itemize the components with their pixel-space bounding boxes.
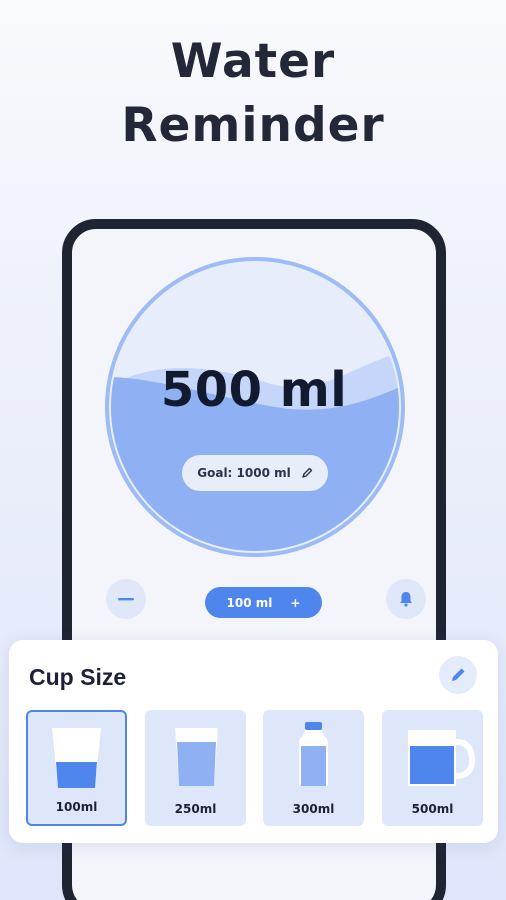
current-intake-amount: 500 ml xyxy=(160,362,348,418)
reminder-button[interactable] xyxy=(386,579,426,619)
headline-line-1: Water xyxy=(170,34,336,89)
pencil-icon xyxy=(452,668,465,681)
add-intake-button[interactable]: 100 ml + xyxy=(205,587,322,618)
add-intake-amount: 100 ml xyxy=(226,595,273,610)
minus-icon xyxy=(118,598,134,601)
app-headline: Water Reminder xyxy=(0,30,506,158)
cup-label: 250ml xyxy=(174,802,217,816)
cup-size-title: Cup Size xyxy=(29,664,127,690)
cup-options: 100ml 250ml 300ml 500ml xyxy=(26,710,484,826)
cup-size-card: Cup Size 100ml 250ml 300ml 500ml xyxy=(9,640,498,843)
pencil-icon[interactable] xyxy=(301,467,313,479)
headline-line-2: Reminder xyxy=(121,98,385,153)
bell-icon xyxy=(400,592,412,607)
edit-cup-sizes-button[interactable] xyxy=(439,656,477,694)
cup-option-500ml[interactable]: 500ml xyxy=(382,710,483,826)
plus-icon: + xyxy=(290,595,301,610)
cup-option-300ml[interactable]: 300ml xyxy=(263,710,364,826)
cup-label: 100ml xyxy=(55,800,98,814)
cup-option-100ml[interactable]: 100ml xyxy=(26,710,127,826)
cup-option-250ml[interactable]: 250ml xyxy=(145,710,246,826)
cup-label: 500ml xyxy=(411,802,454,816)
decrease-button[interactable] xyxy=(106,579,146,619)
goal-pill[interactable]: Goal: 1000 ml xyxy=(182,455,328,491)
goal-label: Goal: 1000 ml xyxy=(197,466,291,480)
cup-label: 300ml xyxy=(292,802,335,816)
